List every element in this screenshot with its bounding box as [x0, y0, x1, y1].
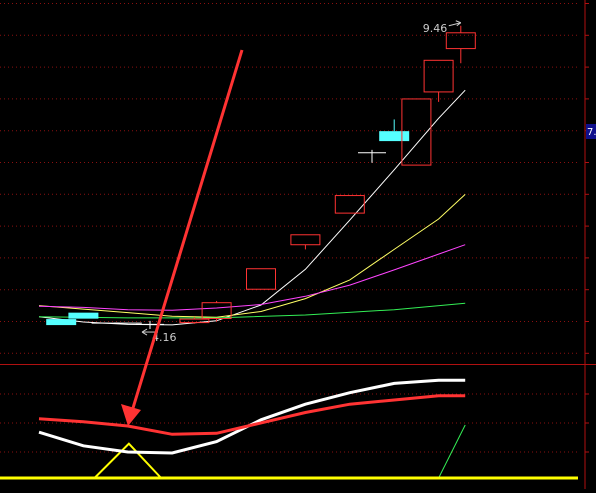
candle-body [379, 131, 410, 142]
chart-canvas: 4.169.467. [0, 0, 596, 489]
indicator-line [38, 394, 466, 436]
candle-body [246, 268, 276, 290]
candle-body [46, 319, 77, 326]
stock-chart: 4.16 9.46 7. [0, 0, 596, 489]
candle-body [334, 195, 365, 214]
indicator-line [38, 378, 466, 455]
moving-average-line [38, 194, 466, 318]
candle-body [423, 59, 454, 93]
high-price-label: 9.46 [423, 22, 448, 35]
candle-body [68, 312, 99, 319]
annotation-arrow-shaft [131, 49, 244, 409]
last-price-marker-label: 7. [587, 127, 596, 138]
moving-average-line [38, 244, 466, 311]
indicator-line [438, 424, 466, 479]
candle-body [290, 234, 321, 246]
